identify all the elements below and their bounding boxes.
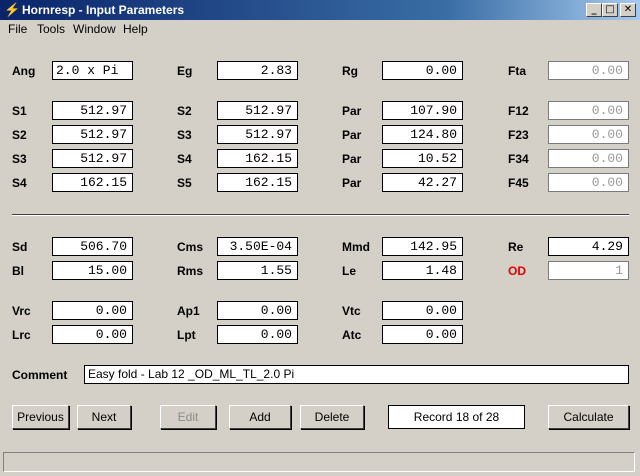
rg-label: Rg <box>342 64 358 78</box>
status-bar <box>3 452 635 472</box>
s4-field[interactable]: 162.15 <box>52 173 133 192</box>
s2-label: S2 <box>12 128 27 142</box>
mmd-label: Mmd <box>342 240 370 254</box>
par4-label: Par <box>342 176 362 190</box>
f12-field[interactable]: 0.00 <box>548 101 629 120</box>
s1-field[interactable]: 512.97 <box>52 101 133 120</box>
comment-label: Comment <box>12 368 68 382</box>
ang-field[interactable]: 2.0 x Pi <box>52 61 133 80</box>
s1-label: S1 <box>12 104 27 118</box>
add-button[interactable]: Add <box>229 405 291 429</box>
vtc-label: Vtc <box>342 304 361 318</box>
maximize-button[interactable]: □ <box>602 3 618 17</box>
ap1-field[interactable]: 0.00 <box>217 301 298 320</box>
bl-label: Bl <box>12 264 24 278</box>
next-button[interactable]: Next <box>77 405 131 429</box>
par2-field[interactable]: 124.80 <box>382 125 463 144</box>
cms-label: Cms <box>177 240 204 254</box>
le-field[interactable]: 1.48 <box>382 261 463 280</box>
s4-end-label: S4 <box>177 152 192 166</box>
s3-field[interactable]: 512.97 <box>52 149 133 168</box>
previous-button[interactable]: Previous <box>12 405 69 429</box>
f34-label: F34 <box>508 152 529 166</box>
eg-label: Eg <box>177 64 193 78</box>
mmd-field[interactable]: 142.95 <box>382 237 463 256</box>
close-button[interactable]: ✕ <box>620 3 636 17</box>
s3-end-field[interactable]: 512.97 <box>217 125 298 144</box>
menu-window[interactable]: Window <box>73 22 116 36</box>
lpt-label: Lpt <box>177 328 196 342</box>
re-field[interactable]: 4.29 <box>548 237 629 256</box>
s4-label: S4 <box>12 176 27 190</box>
window-title: Hornresp - Input Parameters <box>22 3 185 17</box>
par4-field[interactable]: 42.27 <box>382 173 463 192</box>
ap1-label: Ap1 <box>177 304 200 318</box>
lrc-label: Lrc <box>12 328 31 342</box>
fta-label: Fta <box>508 64 526 78</box>
s3-end-label: S3 <box>177 128 192 142</box>
calculate-button[interactable]: Calculate <box>548 405 629 429</box>
edit-button[interactable]: Edit <box>160 405 216 429</box>
f45-label: F45 <box>508 176 529 190</box>
f34-field[interactable]: 0.00 <box>548 149 629 168</box>
section-separator <box>12 214 629 216</box>
record-indicator: Record 18 of 28 <box>388 405 525 429</box>
par1-field[interactable]: 107.90 <box>382 101 463 120</box>
lpt-field[interactable]: 0.00 <box>217 325 298 344</box>
s5-label: S5 <box>177 176 192 190</box>
menu-tools[interactable]: Tools <box>37 22 65 36</box>
cms-field[interactable]: 3.50E-04 <box>217 237 298 256</box>
le-label: Le <box>342 264 357 278</box>
lrc-field[interactable]: 0.00 <box>52 325 133 344</box>
menu-file[interactable]: File <box>8 22 27 36</box>
menu-bar: File Tools Window Help <box>0 20 640 38</box>
s2-end-label: S2 <box>177 104 192 118</box>
s5-field[interactable]: 162.15 <box>217 173 298 192</box>
lightning-icon[interactable]: ⚡ <box>4 2 20 17</box>
fta-field[interactable]: 0.00 <box>548 61 629 80</box>
vrc-label: Vrc <box>12 304 31 318</box>
f45-field[interactable]: 0.00 <box>548 173 629 192</box>
comment-field[interactable]: Easy fold - Lab 12 _OD_ML_TL_2.0 Pi <box>84 365 629 384</box>
vtc-field[interactable]: 0.00 <box>382 301 463 320</box>
title-bar: ⚡ Hornresp - Input Parameters _ □ ✕ <box>0 0 640 20</box>
bl-field[interactable]: 15.00 <box>52 261 133 280</box>
ang-label: Ang <box>12 64 36 78</box>
par3-label: Par <box>342 152 362 166</box>
s4-end-field[interactable]: 162.15 <box>217 149 298 168</box>
par3-field[interactable]: 10.52 <box>382 149 463 168</box>
s2-field[interactable]: 512.97 <box>52 125 133 144</box>
f23-field[interactable]: 0.00 <box>548 125 629 144</box>
s3-label: S3 <box>12 152 27 166</box>
rms-label: Rms <box>177 264 204 278</box>
atc-label: Atc <box>342 328 362 342</box>
f23-label: F23 <box>508 128 529 142</box>
f12-label: F12 <box>508 104 529 118</box>
sd-field[interactable]: 506.70 <box>52 237 133 256</box>
delete-button[interactable]: Delete <box>300 405 364 429</box>
sd-label: Sd <box>12 240 28 254</box>
od-field[interactable]: 1 <box>548 261 629 280</box>
menu-help[interactable]: Help <box>123 22 148 36</box>
od-label[interactable]: OD <box>508 264 526 278</box>
atc-field[interactable]: 0.00 <box>382 325 463 344</box>
par2-label: Par <box>342 128 362 142</box>
par1-label: Par <box>342 104 362 118</box>
vrc-field[interactable]: 0.00 <box>52 301 133 320</box>
rg-field[interactable]: 0.00 <box>382 61 463 80</box>
s2-end-field[interactable]: 512.97 <box>217 101 298 120</box>
rms-field[interactable]: 1.55 <box>217 261 298 280</box>
eg-field[interactable]: 2.83 <box>217 61 298 80</box>
re-label: Re <box>508 240 524 254</box>
minimize-button[interactable]: _ <box>586 3 602 17</box>
